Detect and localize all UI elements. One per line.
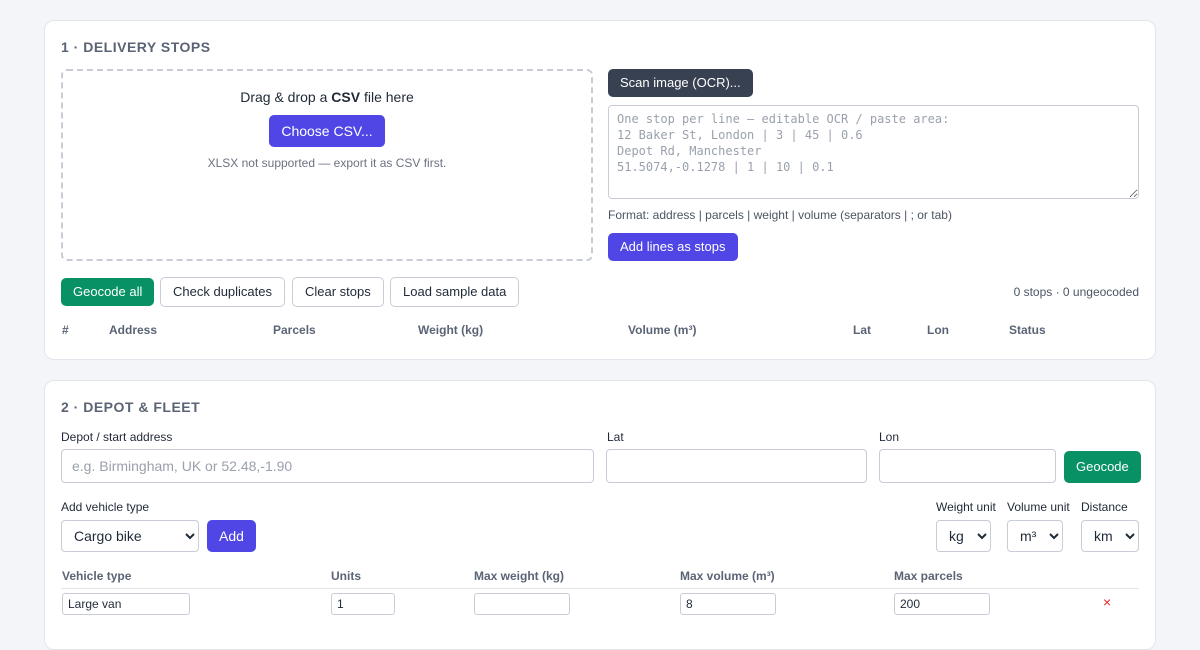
fleet-row-units-input[interactable]	[331, 593, 395, 615]
fleet-col-vehicle-type: Vehicle type	[62, 569, 132, 583]
depot-lat-label: Lat	[607, 430, 624, 444]
geocode-all-button[interactable]: Geocode all	[61, 278, 155, 306]
choose-csv-button[interactable]: Choose CSV...	[269, 115, 385, 147]
remove-vehicle-icon[interactable]: ×	[1103, 594, 1111, 610]
col-header-volume: Volume (m³)	[628, 323, 697, 337]
depot-lon-input[interactable]	[879, 449, 1056, 483]
depot-fleet-card: 2 · DEPOT & FLEET Depot / start address …	[44, 380, 1156, 650]
fleet-header-divider	[61, 588, 1139, 589]
fleet-row-max-parcels-input[interactable]	[894, 593, 990, 615]
volume-unit-label: Volume unit	[1007, 500, 1070, 514]
fleet-col-max-volume: Max volume (m³)	[680, 569, 775, 583]
delivery-stops-card: 1 · DELIVERY STOPS Drag & drop a CSV fil…	[44, 20, 1156, 360]
add-lines-as-stops-button[interactable]: Add lines as stops	[608, 233, 738, 261]
drop-text-post: file here	[360, 89, 414, 105]
vehicle-type-select[interactable]: Cargo bike	[61, 520, 199, 552]
fleet-col-max-weight: Max weight (kg)	[474, 569, 565, 583]
section-title-depot: 2 · DEPOT & FLEET	[61, 399, 201, 415]
ocr-paste-area[interactable]	[608, 105, 1139, 199]
distance-unit-select[interactable]: km	[1081, 520, 1139, 552]
volume-unit-select[interactable]: m³	[1007, 520, 1063, 552]
xlsx-note: XLSX not supported — export it as CSV fi…	[207, 156, 447, 170]
clear-stops-button[interactable]: Clear stops	[292, 277, 384, 307]
col-header-lat: Lat	[853, 323, 871, 337]
col-header-status: Status	[1009, 323, 1046, 337]
drop-text-pre: Drag & drop a	[240, 89, 332, 105]
section-title-stops: 1 · DELIVERY STOPS	[61, 39, 211, 55]
dropzone-text: Drag & drop a CSV file here	[63, 89, 591, 105]
depot-address-input[interactable]	[61, 449, 594, 483]
csv-dropzone[interactable]: Drag & drop a CSV file here Choose CSV..…	[61, 69, 593, 261]
check-duplicates-button[interactable]: Check duplicates	[160, 277, 285, 307]
stops-stats: 0 stops · 0 ungeocoded	[1013, 285, 1139, 299]
col-header-weight: Weight (kg)	[418, 323, 484, 337]
fleet-row-max-volume-input[interactable]	[680, 593, 776, 615]
distance-unit-label: Distance	[1081, 500, 1128, 514]
fleet-col-units: Units	[331, 569, 361, 583]
depot-lon-label: Lon	[879, 430, 900, 444]
weight-unit-label: Weight unit	[936, 500, 996, 514]
weight-unit-select[interactable]: kg	[936, 520, 991, 552]
fleet-row-vehicle-type-input[interactable]	[62, 593, 190, 615]
add-vehicle-button[interactable]: Add	[207, 520, 256, 552]
col-header-lon: Lon	[927, 323, 949, 337]
depot-lat-input[interactable]	[606, 449, 867, 483]
col-header-parcels: Parcels	[273, 323, 316, 337]
scan-image-ocr-button[interactable]: Scan image (OCR)...	[608, 69, 753, 97]
depot-address-label: Depot / start address	[61, 430, 173, 444]
col-header-address: Address	[109, 323, 158, 337]
fleet-col-max-parcels: Max parcels	[894, 569, 963, 583]
format-note: Format: address | parcels | weight | vol…	[608, 208, 952, 222]
fleet-row-max-weight-input[interactable]	[474, 593, 570, 615]
drop-text-csv: CSV	[331, 89, 361, 105]
geocode-depot-button[interactable]: Geocode	[1064, 451, 1141, 483]
vehicle-type-label: Add vehicle type	[61, 500, 150, 514]
load-sample-data-button[interactable]: Load sample data	[390, 277, 520, 307]
col-header-index: #	[62, 323, 69, 337]
